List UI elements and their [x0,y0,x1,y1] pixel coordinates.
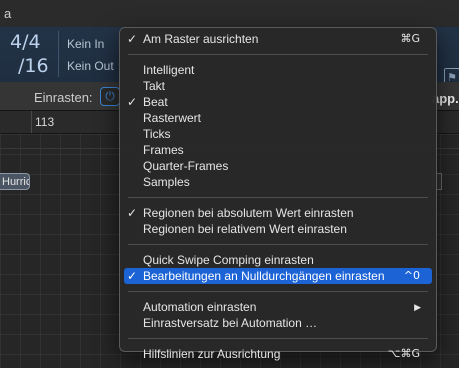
menu-item-label: Regionen bei absolutem Wert einrasten [143,206,354,220]
menu-item-shortcut: ⌥⌘G [387,347,420,360]
menu-item[interactable]: ✓ Regionen bei absolutem Wert einrasten [120,205,436,221]
top-strip: a [0,0,459,27]
menu-item-label: Frames [143,143,184,157]
menu-separator [128,291,428,292]
menu-item-label: Hilfslinien zur Ausrichtung [143,347,281,361]
menu-item-shortcut: ^0 [403,269,420,282]
input-label[interactable]: Kein In [67,37,104,51]
menu-item[interactable]: Intelligent [120,62,436,78]
menu-item[interactable]: Rasterwert [120,110,436,126]
checkmark-icon: ✓ [127,95,138,109]
menu-item-label: Bearbeitungen an Nulldurchgängen einrast… [143,269,385,283]
menu-item[interactable]: Ticks [120,126,436,142]
menu-separator [128,338,428,339]
menu-item-label: Quick Swipe Comping einrasten [143,253,314,267]
menu-item[interactable]: Automation einrasten ▶ [120,299,436,315]
menu-item[interactable]: ✓ Am Raster ausrichten ⌘G [120,31,436,47]
menu-item[interactable]: Frames [120,142,436,158]
menu-item[interactable]: Hilfslinien zur Ausrichtung ⌥⌘G [120,346,436,362]
snap-menu: ✓ Am Raster ausrichten ⌘G Intelligent Takt ✓ B… [119,27,437,361]
ruler-tick [31,111,32,133]
menu-item[interactable]: Quarter-Frames [120,158,436,174]
checkmark-icon: ✓ [127,269,138,283]
menu-item-shortcut: ⌘G [400,32,420,45]
menu-item-label: Einrastversatz bei Automation … [143,316,318,330]
menu-item-label: Automation einrasten [143,300,257,314]
menu-item-label: Quarter-Frames [143,159,229,173]
output-label[interactable]: Kein Out [67,59,114,73]
menu-item-label: Ticks [143,127,171,141]
menu-item-label: Intelligent [143,63,195,77]
top-strip-label: a [4,6,12,21]
snap-label: Einrasten: [34,90,93,105]
divider [58,31,59,77]
region[interactable]: Hurric [0,173,30,190]
time-signature[interactable]: 4/4 [10,31,41,53]
menu-item-label: Regionen bei relativem Wert einrasten [143,222,347,236]
menu-item[interactable]: Takt [120,78,436,94]
menu-item-label: Rasterwert [143,111,202,125]
menu-item[interactable]: Samples [120,174,436,190]
menu-item-label: Takt [143,79,166,93]
ruler-number: 113 [35,115,55,129]
menu-item[interactable]: ✓ Bearbeitungen an Nulldurchgängen einras… [124,268,432,284]
menu-separator [128,54,428,55]
division[interactable]: /16 [18,55,49,77]
menu-item-label: Beat [143,95,168,109]
menu-item-label: Samples [143,175,190,189]
checkmark-icon: ✓ [127,206,138,220]
submenu-arrow-icon: ▶ [414,302,421,312]
menu-item-label: Am Raster ausrichten [143,32,259,46]
menu-item[interactable]: ✓ Beat [120,94,436,110]
menu-item[interactable]: Einrastversatz bei Automation … [120,315,436,331]
checkmark-icon: ✓ [127,32,138,46]
snap-power-icon[interactable]: ⏻ [100,87,120,106]
menu-item[interactable]: Quick Swipe Comping einrasten [120,252,436,268]
menu-item[interactable]: Regionen bei relativem Wert einrasten [120,221,436,237]
menu-separator [128,197,428,198]
menu-separator [128,244,428,245]
